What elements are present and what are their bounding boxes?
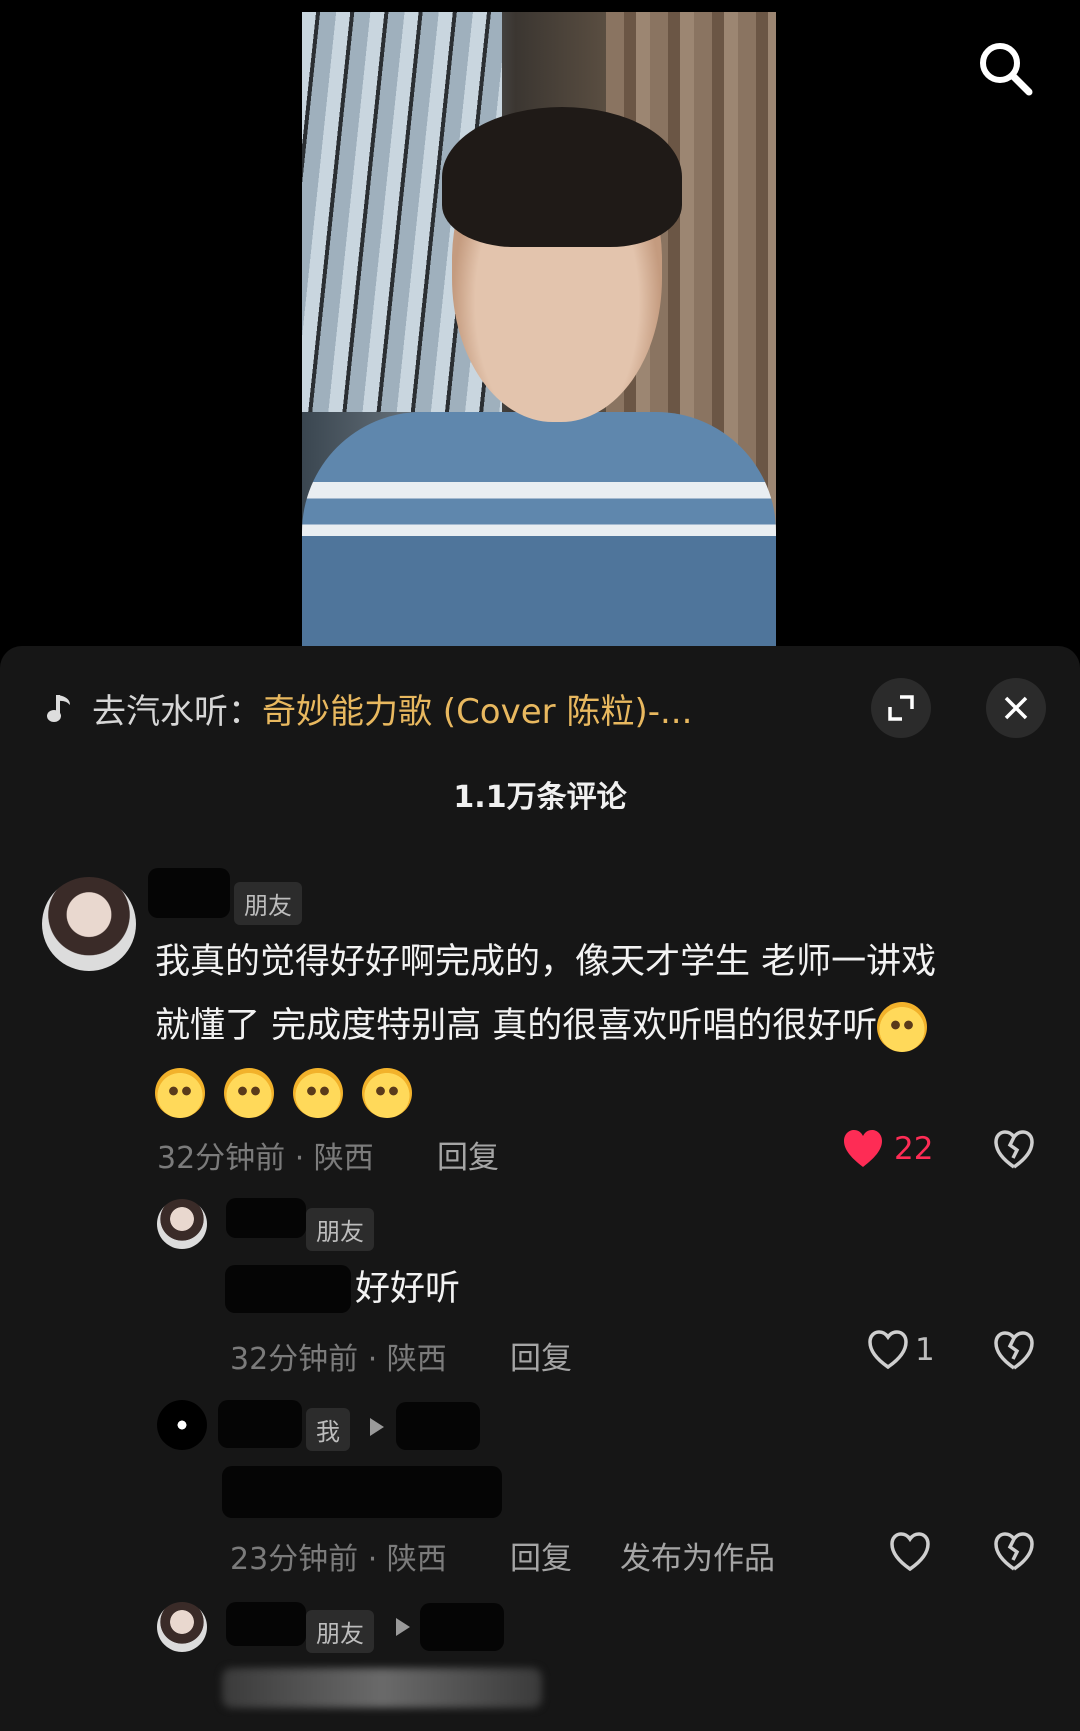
comment-time-location: 23分钟前 · 陕西 <box>230 1542 447 1577</box>
music-note-icon <box>47 695 70 722</box>
like-button[interactable]: 1 <box>867 1330 935 1370</box>
friend-tag: 朋友 <box>234 882 302 925</box>
heart-filled-icon <box>844 1130 882 1167</box>
close-icon <box>1004 696 1028 720</box>
redacted-comment-text <box>222 1466 502 1518</box>
broken-heart-icon <box>994 1532 1034 1571</box>
comment-line: 就懂了 完成度特别高 真的很喜欢听唱的很好听 <box>155 994 1035 1058</box>
reply-arrow-icon <box>396 1618 410 1636</box>
video-frame[interactable] <box>302 12 776 646</box>
redacted-username <box>226 1602 306 1646</box>
emoji-row <box>155 1060 1035 1124</box>
music-bar-prefix: 去汽水听： <box>92 691 262 732</box>
like-count: 1 <box>915 1332 935 1368</box>
broken-heart-icon <box>994 1331 1034 1370</box>
redacted-username <box>226 1198 306 1238</box>
avatar[interactable] <box>42 877 136 971</box>
redacted-username <box>148 868 230 918</box>
comment-text: 好好听 <box>355 1269 461 1309</box>
dislike-button[interactable] <box>993 1130 1035 1174</box>
comment-time-location: 32分钟前 · 陕西 <box>157 1141 374 1176</box>
reply-button[interactable]: 回复 <box>437 1132 499 1177</box>
heart-outline-icon <box>890 1532 930 1572</box>
like-button[interactable]: 22 <box>842 1129 933 1169</box>
friend-tag: 朋友 <box>306 1208 374 1251</box>
reply-arrow-icon <box>370 1418 384 1436</box>
comments-count: 1.1万条评论 <box>453 780 627 815</box>
close-button[interactable] <box>986 678 1046 738</box>
expand-icon <box>888 695 914 721</box>
blurred-comment-text <box>222 1668 542 1708</box>
music-bar-song[interactable]: 奇妙能力歌 (Cover 陈粒)-... <box>262 684 692 733</box>
pleading-emoji-icon <box>293 1068 344 1118</box>
pleading-emoji-icon <box>155 1068 205 1118</box>
comment-text: 我真的觉得好好啊完成的，像天才学生 老师一讲戏 就懂了 完成度特别高 真的很喜欢… <box>155 930 1035 1124</box>
pleading-emoji-icon <box>362 1068 413 1118</box>
dislike-button[interactable] <box>993 1331 1035 1375</box>
search-icon[interactable] <box>975 38 1035 98</box>
pleading-emoji-icon <box>877 1002 928 1052</box>
friend-tag: 朋友 <box>306 1610 374 1653</box>
dislike-button[interactable] <box>993 1532 1035 1576</box>
reply-button[interactable]: 回复 <box>510 1533 572 1578</box>
reply-button[interactable]: 回复 <box>510 1333 572 1378</box>
music-bar[interactable]: 去汽水听： 奇妙能力歌 (Cover 陈粒)-... <box>44 683 692 733</box>
redacted-mention <box>225 1265 351 1313</box>
redacted-reply-target <box>396 1402 480 1450</box>
pleading-emoji-icon <box>224 1068 275 1118</box>
publish-as-work-button[interactable]: 发布为作品 <box>620 1533 775 1578</box>
person-sweater <box>302 412 776 646</box>
expand-button[interactable] <box>871 678 931 738</box>
redacted-reply-target <box>420 1603 504 1651</box>
avatar[interactable] <box>157 1400 207 1450</box>
comment-time-location: 32分钟前 · 陕西 <box>230 1342 447 1377</box>
like-count: 22 <box>894 1131 934 1167</box>
like-button[interactable] <box>889 1532 931 1576</box>
heart-outline-icon <box>868 1330 908 1370</box>
person-hair <box>442 107 682 247</box>
me-tag: 我 <box>306 1408 350 1451</box>
comment-line-text: 就懂了 完成度特别高 真的很喜欢听唱的很好听 <box>155 1006 878 1046</box>
comment-line: 我真的觉得好好啊完成的，像天才学生 老师一讲戏 <box>155 942 937 982</box>
avatar[interactable] <box>157 1602 207 1652</box>
broken-heart-icon <box>994 1130 1034 1169</box>
avatar[interactable] <box>157 1199 207 1249</box>
redacted-username <box>218 1400 302 1448</box>
